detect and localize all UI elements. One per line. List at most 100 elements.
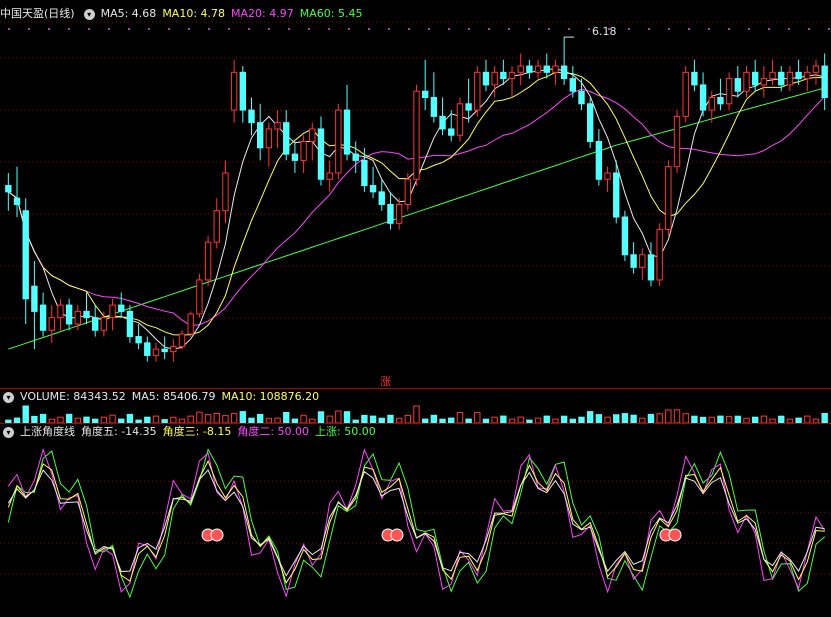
candle-body — [309, 128, 316, 143]
candle-body — [196, 279, 203, 315]
top-marker-dot — [448, 28, 450, 30]
stock-title: 中国天盈(日线) — [0, 7, 75, 20]
candle-body — [65, 304, 73, 325]
top-marker-dot — [468, 28, 470, 30]
volume-bar — [413, 405, 420, 424]
candle-body — [604, 172, 611, 180]
top-marker-dot — [488, 28, 490, 30]
volume-bar — [256, 413, 264, 424]
candle-body — [395, 203, 403, 224]
volume-bar — [343, 411, 351, 424]
candle-body — [491, 71, 498, 86]
volume-bar — [821, 413, 828, 424]
candle-body — [5, 185, 12, 193]
top-marker-dot — [48, 28, 50, 30]
candle-body — [230, 71, 238, 111]
volume-bar — [725, 415, 733, 424]
ma10-label: MA10: 4.78 — [162, 7, 226, 20]
candle-body — [560, 65, 568, 80]
candle-body — [760, 78, 768, 86]
top-marker-dot — [728, 28, 730, 30]
candle-body — [170, 346, 177, 353]
candle-body — [500, 71, 507, 80]
volume-bar — [595, 414, 603, 424]
candle-body — [343, 109, 351, 155]
candle-body — [387, 203, 394, 224]
candle-body — [474, 71, 481, 111]
candle-body — [100, 317, 108, 331]
candle-body — [239, 71, 247, 111]
top-marker-dot — [508, 28, 510, 30]
top-marker-dot — [168, 28, 170, 30]
volume-bar — [196, 411, 203, 424]
candle-body — [708, 96, 715, 111]
candle-body — [795, 71, 802, 80]
top-marker-dot — [788, 28, 790, 30]
volume-bar — [500, 415, 507, 424]
volume-bar — [430, 414, 438, 424]
candle-body — [482, 71, 490, 86]
volume-bar — [691, 415, 698, 424]
ma20-label: MA20: 4.97 — [231, 7, 294, 20]
collapse-icon[interactable]: ▾ — [83, 8, 95, 20]
top-marker-dot — [88, 28, 90, 30]
candle-body — [517, 65, 524, 73]
candle-body — [717, 96, 724, 105]
candle-body — [526, 65, 533, 73]
volume-bar — [673, 409, 681, 424]
candle-body — [804, 71, 811, 80]
collapse-icon[interactable]: ▾ — [3, 426, 14, 438]
volume-bar — [734, 415, 742, 424]
candle-body — [326, 172, 333, 180]
top-marker-dot — [108, 28, 110, 30]
chart-canvas — [0, 21, 831, 599]
top-marker-dot — [68, 28, 70, 30]
volume-bar — [682, 413, 689, 424]
collapse-icon[interactable]: ▾ — [3, 391, 14, 403]
candle-body — [456, 103, 464, 136]
candle-body — [378, 191, 385, 205]
ma60-label: MA60: 5.45 — [299, 7, 363, 20]
candle-body — [161, 348, 168, 353]
top-marker-dot — [808, 28, 810, 30]
candle-body — [665, 166, 672, 231]
top-marker-dot — [368, 28, 370, 30]
volume-bar — [778, 415, 785, 424]
signal-marker — [390, 528, 404, 542]
candle-body — [673, 115, 681, 168]
volume-bar — [213, 413, 220, 424]
top-marker-dot — [568, 28, 570, 30]
up-line — [7, 448, 826, 599]
volume-bar — [474, 412, 481, 424]
top-marker-dot — [428, 28, 430, 30]
top-marker-dot — [128, 28, 130, 30]
candle-body — [552, 65, 559, 73]
volume-ma10-label: MA10: 108876.20 — [221, 390, 320, 403]
volume-bar — [65, 413, 73, 424]
candle-body — [248, 109, 255, 124]
candle-body — [613, 172, 620, 218]
candle-body — [647, 254, 655, 281]
candle-body — [699, 84, 707, 111]
volume-bar — [647, 413, 655, 424]
volume-bar — [152, 415, 160, 424]
candle-body — [300, 141, 307, 161]
top-marker-dot — [308, 28, 310, 30]
candle-body — [118, 304, 125, 312]
candle-body — [126, 310, 134, 338]
candle-body — [335, 109, 342, 174]
candle-body — [361, 159, 368, 187]
volume-bar — [109, 414, 116, 424]
candle-body — [352, 153, 359, 161]
volume-bar — [621, 413, 629, 424]
candle-body — [639, 254, 646, 268]
top-marker-dot — [588, 28, 590, 30]
candle-body — [725, 78, 733, 105]
volume-bar — [387, 414, 394, 424]
angle5-line — [7, 469, 825, 577]
top-marker-dot — [328, 28, 330, 30]
volume-bar — [187, 415, 194, 424]
candle-body — [656, 229, 663, 281]
candle-body — [178, 333, 186, 348]
top-marker-dot — [228, 28, 230, 30]
